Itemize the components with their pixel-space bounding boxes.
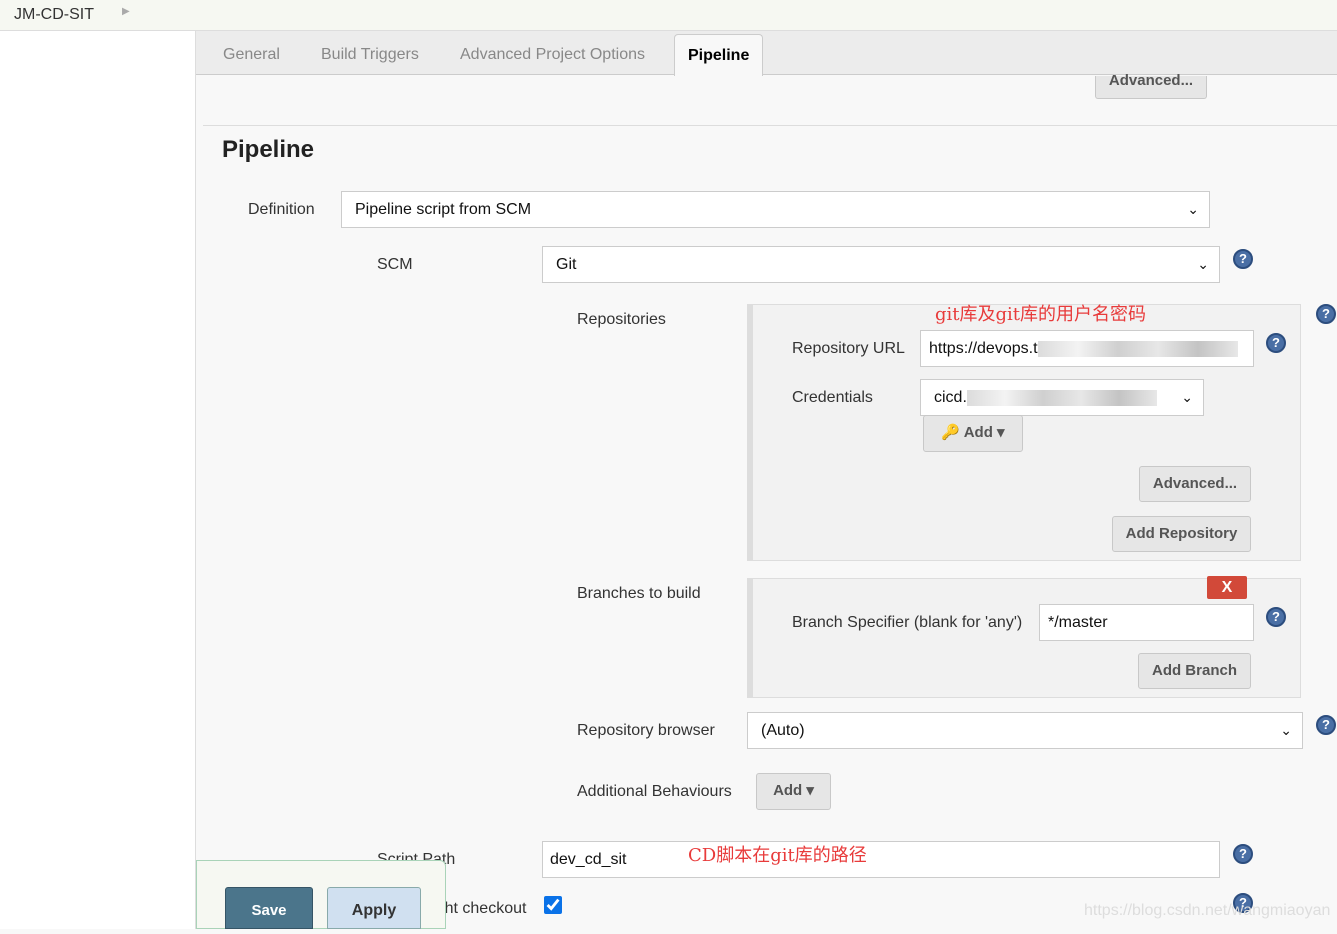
add-branch-button[interactable]: Add Branch: [1138, 653, 1251, 689]
script-path-input[interactable]: dev_cd_sit: [542, 841, 1220, 878]
tab-general[interactable]: General: [223, 46, 280, 64]
branch-specifier-input[interactable]: */master: [1039, 604, 1254, 641]
chevron-down-icon: ⌄: [1187, 201, 1199, 217]
chevron-down-icon: ⌄: [1181, 389, 1193, 405]
definition-value: Pipeline script from SCM: [355, 201, 532, 218]
definition-label: Definition: [248, 201, 315, 218]
scm-select[interactable]: Git ⌄: [542, 246, 1220, 283]
repositories-label: Repositories: [577, 311, 666, 328]
apply-button[interactable]: Apply: [327, 887, 421, 929]
chevron-down-icon: ⌄: [1280, 722, 1292, 738]
credentials-label: Credentials: [792, 389, 873, 406]
annotation-script-path: CD脚本在git库的路径: [688, 845, 867, 866]
tab-build-triggers[interactable]: Build Triggers: [321, 46, 419, 64]
add-credentials-button[interactable]: 🔑 Add ▾: [923, 415, 1023, 452]
tab-bar: General Build Triggers Advanced Project …: [196, 31, 1337, 76]
help-icon[interactable]: ?: [1233, 249, 1253, 269]
branch-specifier-label: Branch Specifier (blank for 'any'): [792, 614, 1023, 631]
divider: [203, 125, 1337, 126]
repository-url-input[interactable]: https://devops.t: [920, 330, 1254, 367]
help-icon[interactable]: ?: [1316, 715, 1336, 735]
tab-pipeline[interactable]: Pipeline: [674, 34, 764, 76]
annotation-repositories: git库及git库的用户名密码: [935, 304, 1147, 325]
key-icon: 🔑: [941, 424, 961, 441]
tab-advanced-project-options[interactable]: Advanced Project Options: [460, 46, 645, 64]
additional-behaviours-label: Additional Behaviours: [577, 783, 732, 800]
advanced-button-top[interactable]: Advanced...: [1095, 73, 1207, 99]
add-label: Add: [963, 424, 993, 441]
section-title: Pipeline: [222, 136, 315, 163]
breadcrumb-chevron-icon[interactable]: ▶: [122, 6, 130, 17]
repository-browser-label: Repository browser: [577, 722, 715, 739]
help-icon[interactable]: ?: [1316, 304, 1336, 324]
watermark: https://blog.csdn.net/wangmiaoyan: [1084, 902, 1331, 919]
repository-url-value: https://devops.t: [929, 340, 1038, 357]
delete-branch-button[interactable]: X: [1207, 576, 1247, 599]
credentials-value: cicd.: [934, 389, 967, 406]
add-label: Add: [773, 782, 803, 799]
definition-select[interactable]: Pipeline script from SCM ⌄: [341, 191, 1210, 228]
add-repository-button[interactable]: Add Repository: [1112, 516, 1251, 552]
credentials-select[interactable]: cicd. ⌄: [920, 379, 1204, 416]
lightweight-checkout-checkbox[interactable]: [544, 896, 562, 914]
chevron-down-icon: ⌄: [1197, 256, 1209, 272]
repository-url-label: Repository URL: [792, 340, 905, 357]
save-button[interactable]: Save: [225, 887, 313, 929]
repository-browser-value: (Auto): [761, 722, 805, 739]
help-icon[interactable]: ?: [1233, 844, 1253, 864]
sidebar: [0, 31, 196, 929]
breadcrumb-bar: [0, 0, 1337, 31]
repository-browser-select[interactable]: (Auto) ⌄: [747, 712, 1303, 749]
branches-label: Branches to build: [577, 585, 701, 602]
redacted-blur: [1037, 340, 1238, 357]
help-icon[interactable]: ?: [1266, 333, 1286, 353]
scm-label: SCM: [377, 256, 413, 273]
redacted-blur: [966, 389, 1157, 406]
help-icon[interactable]: ?: [1266, 607, 1286, 627]
scm-value: Git: [556, 256, 577, 273]
advanced-button[interactable]: Advanced...: [1139, 466, 1251, 502]
breadcrumb-project[interactable]: JM-CD-SIT: [14, 6, 94, 24]
add-behaviour-button[interactable]: Add ▾: [756, 773, 831, 810]
